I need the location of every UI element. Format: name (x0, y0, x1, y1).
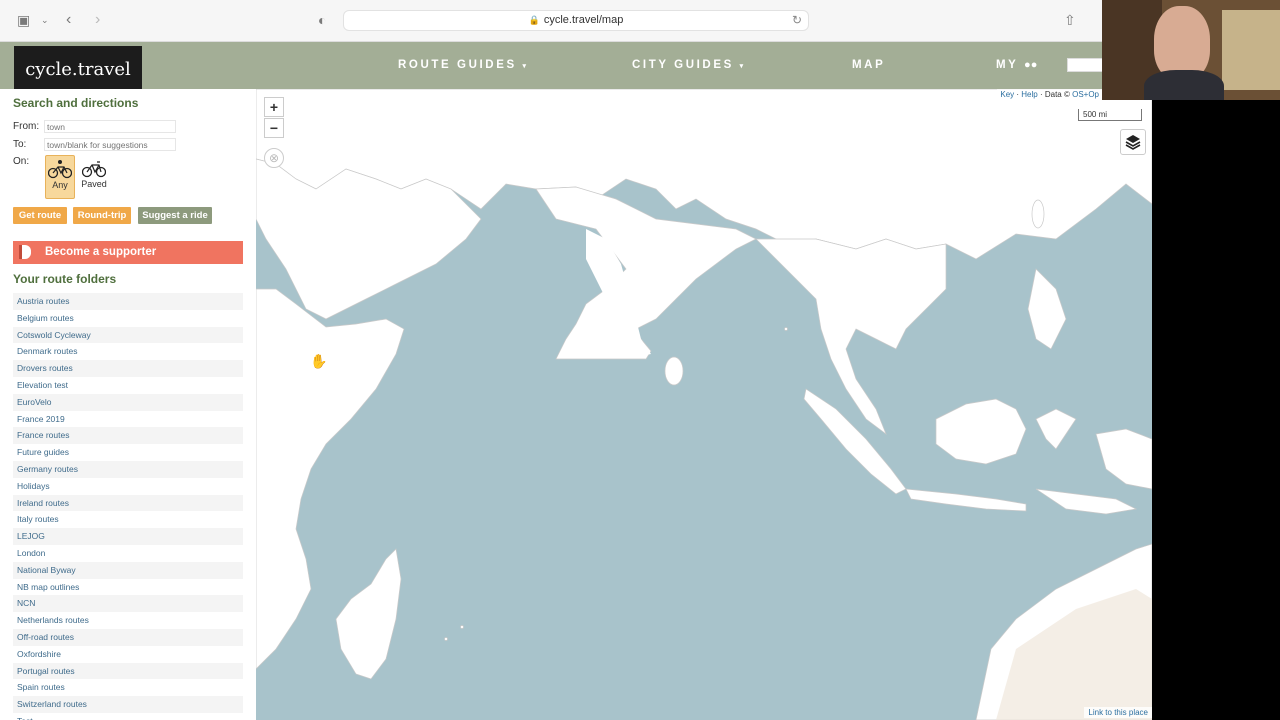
screen: ▣ ⌄ ‹ › ◐ 🔒 cycle.travel/map ↻ ⇧ cycle.tr… (0, 0, 1280, 720)
webcam-overlay (1102, 0, 1280, 100)
route-folder-item[interactable]: Switzerland routes (13, 696, 243, 713)
supporter-label: Become a supporter (45, 246, 157, 258)
share-icon[interactable]: ⇧ (1064, 10, 1076, 30)
route-folder-item[interactable]: Drovers routes (13, 360, 243, 377)
bicycle-icon: ●● (1024, 59, 1038, 71)
route-folder-item[interactable]: Off-road routes (13, 628, 243, 646)
suggest-ride-button[interactable]: Suggest a ride (138, 207, 212, 224)
folders-heading: Your route folders (13, 272, 117, 286)
header-search-input[interactable] (1067, 58, 1107, 72)
from-label: From: (13, 121, 40, 132)
to-input[interactable] (44, 138, 176, 151)
route-folder-item[interactable]: Portugal routes (13, 662, 243, 680)
nav-my[interactable]: MY ●● (996, 59, 1037, 71)
nav-map[interactable]: MAP (852, 59, 885, 71)
route-folder-item[interactable]: NCN (13, 595, 243, 613)
map-view[interactable]: + − ⊗ Key · Help · Data © OS+Op 500 mi ✋… (256, 89, 1152, 720)
help-link[interactable]: Help (1021, 90, 1037, 99)
forward-icon[interactable]: › (95, 10, 100, 30)
option-paved-label: Paved (81, 179, 107, 189)
route-folder-list: Austria routes Belgium routes Cotswold Cyc… (13, 293, 243, 720)
sidebar-toggle-icon[interactable]: ▣ (17, 10, 30, 30)
bicycle-icon (48, 160, 72, 179)
map-scale: 500 mi (1078, 109, 1142, 121)
caret-down-icon: ▾ (522, 63, 529, 70)
data-credit: Data © (1044, 90, 1070, 99)
zoom-out-button[interactable]: − (264, 118, 284, 138)
route-folder-item[interactable]: Austria routes (13, 293, 243, 310)
route-folder-item[interactable]: Elevation test (13, 377, 243, 394)
lock-icon: 🔒 (528, 15, 540, 25)
basemap[interactable] (256, 89, 1152, 720)
route-folder-item[interactable]: Italy routes (13, 511, 243, 528)
site-logo[interactable]: cycle.travel (14, 46, 142, 89)
route-folder-item[interactable]: Germany routes (13, 460, 243, 478)
key-link[interactable]: Key (1000, 90, 1014, 99)
route-folder-item[interactable]: LEJOG (13, 528, 243, 545)
route-folder-item[interactable]: Cotswold Cycleway (13, 326, 243, 344)
locate-icon[interactable]: ⊗ (264, 148, 284, 168)
route-folder-item[interactable]: National Byway (13, 561, 243, 579)
route-folder-item[interactable]: Belgium routes (13, 310, 243, 327)
sidebar: Search and directions From: To: On: Any … (0, 89, 256, 720)
browser-toolbar: ▣ ⌄ ‹ › ◐ 🔒 cycle.travel/map ↻ ⇧ (0, 0, 1280, 42)
route-folder-item[interactable]: France routes (13, 427, 243, 445)
route-folder-item[interactable]: Test (13, 713, 243, 720)
back-icon[interactable]: ‹ (66, 10, 71, 30)
road-bike-icon (82, 161, 106, 178)
option-any[interactable]: Any (45, 155, 75, 199)
nav-my-label: MY (996, 59, 1019, 71)
get-route-button[interactable]: Get route (13, 207, 67, 224)
link-to-place[interactable]: Link to this place (1084, 707, 1152, 718)
zoom-in-button[interactable]: + (264, 97, 284, 117)
flag-icon (19, 245, 31, 259)
route-folder-item[interactable]: Oxfordshire (13, 646, 243, 663)
url-text: cycle.travel/map (543, 14, 624, 26)
route-folder-item[interactable]: Netherlands routes (13, 612, 243, 629)
site-header: cycle.travel ROUTE GUIDES ▾ CITY GUIDES … (0, 42, 1152, 89)
chevron-down-icon[interactable]: ⌄ (41, 10, 49, 30)
caret-down-icon: ▾ (739, 63, 746, 70)
shield-icon[interactable]: ◐ (318, 10, 326, 30)
route-folder-item[interactable]: Spain routes (13, 679, 243, 696)
nav-route-guides[interactable]: ROUTE GUIDES ▾ (398, 59, 529, 71)
route-folder-item[interactable]: NB map outlines (13, 579, 243, 596)
route-folder-item[interactable]: EuroVelo (13, 393, 243, 411)
to-label: To: (13, 139, 27, 150)
route-folder-item[interactable]: Ireland routes (13, 494, 243, 512)
layers-button[interactable] (1120, 129, 1146, 155)
option-paved[interactable]: Paved (79, 155, 109, 199)
on-label: On: (13, 156, 30, 167)
search-heading: Search and directions (13, 96, 139, 110)
map-attribution: Key · Help · Data © OS+Op (997, 89, 1102, 100)
route-folder-item[interactable]: France 2019 (13, 411, 243, 428)
route-folder-item[interactable]: Future guides (13, 444, 243, 461)
address-bar[interactable]: 🔒 cycle.travel/map ↻ (343, 10, 809, 31)
grab-cursor-icon: ✋ (310, 353, 328, 369)
nav-city-guides-label: CITY GUIDES (632, 59, 734, 71)
nav-route-guides-label: ROUTE GUIDES (398, 59, 517, 71)
option-any-label: Any (52, 180, 68, 190)
route-folder-item[interactable]: London (13, 545, 243, 562)
reload-icon[interactable]: ↻ (792, 11, 802, 30)
source-link[interactable]: OS+Op (1072, 90, 1099, 99)
from-input[interactable] (44, 120, 176, 133)
route-folder-item[interactable]: Holidays (13, 478, 243, 495)
round-trip-button[interactable]: Round-trip (73, 207, 131, 224)
route-folder-item[interactable]: Denmark routes (13, 343, 243, 360)
layers-icon (1125, 135, 1141, 150)
become-supporter-button[interactable]: Become a supporter (13, 241, 243, 264)
nav-city-guides[interactable]: CITY GUIDES ▾ (632, 59, 746, 71)
